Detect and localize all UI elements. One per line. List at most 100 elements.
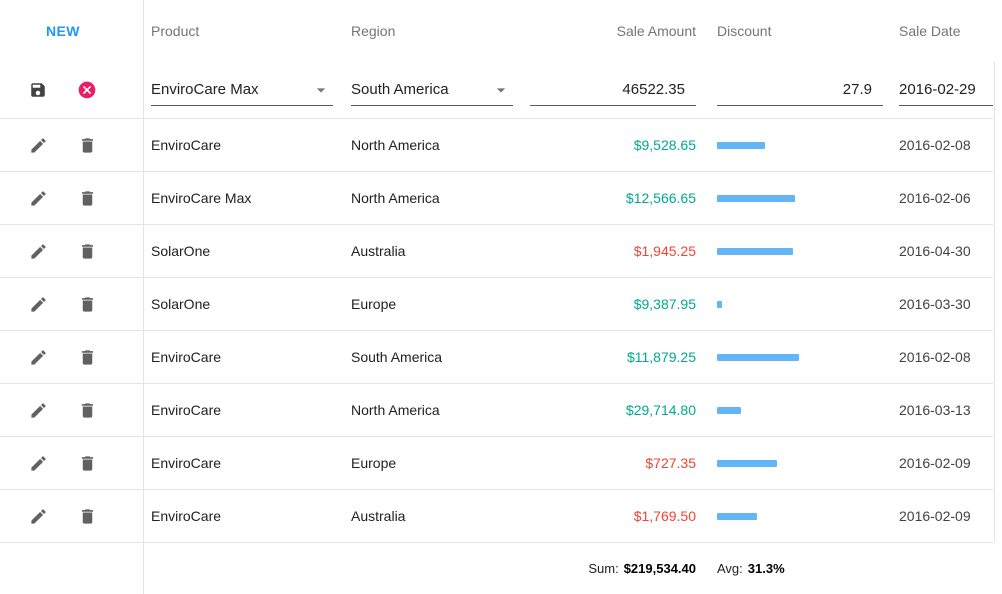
region-cell: Australia [351, 243, 530, 259]
region-cell: Europe [351, 455, 530, 471]
table-row: EnviroCare South America $11,879.25 2016… [0, 330, 993, 383]
discount-cell [717, 301, 883, 308]
delete-row-button[interactable] [77, 453, 97, 473]
edit-row-button[interactable] [28, 453, 48, 473]
edit-row-button[interactable] [28, 506, 48, 526]
region-cell: North America [351, 190, 530, 206]
edit-row-button[interactable] [28, 188, 48, 208]
discount-input-value: 27.9 [843, 81, 872, 98]
column-header-region[interactable]: Region [351, 23, 530, 39]
region-cell: South America [351, 349, 530, 365]
product-cell: EnviroCare [144, 508, 351, 524]
column-header-sale-amount[interactable]: Sale Amount [530, 23, 696, 39]
delete-row-button[interactable] [77, 188, 97, 208]
product-select-value: EnviroCare Max [151, 81, 259, 98]
edit-region-cell: South America [351, 74, 530, 106]
dropdown-arrow-icon [311, 80, 331, 100]
pencil-icon [29, 136, 48, 155]
new-record-button[interactable]: NEW [46, 23, 80, 39]
sale-date-cell: 2016-03-13 [899, 402, 993, 418]
delete-row-button[interactable] [77, 135, 97, 155]
sale-amount-cell: $1,945.25 [530, 243, 696, 259]
discount-cell [717, 195, 883, 202]
delete-row-button[interactable] [77, 506, 97, 526]
sale-date-input-value: 2016-02-29 [899, 81, 976, 98]
product-cell: EnviroCare [144, 349, 351, 365]
edit-row-button[interactable] [28, 294, 48, 314]
discount-cell [717, 460, 883, 467]
delete-row-button[interactable] [77, 294, 97, 314]
edit-row-button[interactable] [28, 135, 48, 155]
table-row: EnviroCare North America $9,528.65 2016-… [0, 118, 993, 171]
column-header-discount[interactable]: Discount [717, 23, 883, 39]
table-row: SolarOne Australia $1,945.25 2016-04-30 [0, 224, 993, 277]
trash-icon [78, 189, 97, 208]
delete-row-button[interactable] [77, 400, 97, 420]
delete-row-button[interactable] [77, 347, 97, 367]
discount-input[interactable]: 27.9 [717, 74, 883, 106]
column-header-product[interactable]: Product [144, 23, 351, 39]
edit-product-cell: EnviroCare Max [144, 74, 351, 106]
edit-row-actions [0, 62, 144, 118]
pencil-icon [29, 507, 48, 526]
sale-amount-cell: $727.35 [530, 455, 696, 471]
discount-cell [717, 407, 883, 414]
product-cell: EnviroCare Max [144, 190, 351, 206]
region-cell: Europe [351, 296, 530, 312]
edit-row-button[interactable] [28, 241, 48, 261]
cancel-button[interactable] [77, 80, 97, 100]
region-select[interactable]: South America [351, 74, 513, 106]
sale-amount-cell: $9,528.65 [530, 137, 696, 153]
product-cell: SolarOne [144, 296, 351, 312]
pencil-icon [29, 348, 48, 367]
avg-summary: Avg: 31.3% [717, 561, 883, 576]
sale-date-cell: 2016-02-08 [899, 349, 993, 365]
discount-cell [717, 142, 883, 149]
pencil-icon [29, 401, 48, 420]
edit-row-button[interactable] [28, 400, 48, 420]
discount-bar [717, 460, 777, 467]
table-row: EnviroCare Europe $727.35 2016-02-09 [0, 436, 993, 489]
pencil-icon [29, 454, 48, 473]
trash-icon [78, 454, 97, 473]
trash-icon [78, 242, 97, 261]
avg-value: 31.3% [748, 561, 785, 576]
data-grid: NEW Product Region Sale Amount Discount … [0, 0, 1002, 594]
discount-cell [717, 513, 883, 520]
cancel-icon [77, 80, 97, 100]
discount-bar [717, 248, 793, 255]
edit-discount-cell: 27.9 [717, 74, 883, 106]
sale-date-cell: 2016-02-08 [899, 137, 993, 153]
edit-sale-amount-cell: 46522.35 [530, 74, 696, 106]
sum-value: $219,534.40 [624, 561, 696, 576]
sale-date-cell: 2016-04-30 [899, 243, 993, 259]
sale-amount-cell: $9,387.95 [530, 296, 696, 312]
region-cell: North America [351, 137, 530, 153]
delete-row-button[interactable] [77, 241, 97, 261]
avg-label: Avg: [717, 561, 743, 576]
pencil-icon [29, 242, 48, 261]
table-row: EnviroCare Australia $1,769.50 2016-02-0… [0, 489, 993, 542]
region-cell: Australia [351, 508, 530, 524]
discount-bar [717, 407, 741, 414]
sale-date-input[interactable]: 2016-02-29 [899, 74, 993, 106]
column-header-sale-date[interactable]: Sale Date [899, 23, 993, 39]
grid-body: EnviroCare Max South America 46522.35 27… [0, 62, 995, 542]
edit-row: EnviroCare Max South America 46522.35 27… [0, 62, 993, 118]
product-cell: EnviroCare [144, 455, 351, 471]
discount-bar [717, 354, 799, 361]
table-row: SolarOne Europe $9,387.95 2016-03-30 [0, 277, 993, 330]
discount-bar [717, 195, 795, 202]
trash-icon [78, 348, 97, 367]
product-cell: SolarOne [144, 243, 351, 259]
edit-row-button[interactable] [28, 347, 48, 367]
trash-icon [78, 507, 97, 526]
actions-header-cell: NEW [0, 0, 144, 62]
sale-amount-input-value: 46522.35 [622, 81, 685, 98]
table-row: EnviroCare Max North America $12,566.65 … [0, 171, 993, 224]
sale-amount-input[interactable]: 46522.35 [530, 74, 696, 106]
product-select[interactable]: EnviroCare Max [151, 74, 333, 106]
product-cell: EnviroCare [144, 402, 351, 418]
save-button[interactable] [28, 80, 48, 100]
dropdown-arrow-icon [491, 80, 511, 100]
